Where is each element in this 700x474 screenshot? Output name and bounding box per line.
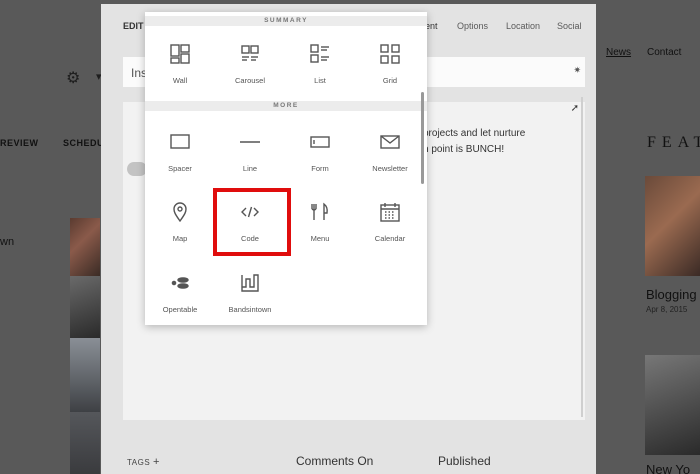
- block-label: Bandsintown: [228, 305, 272, 314]
- block-grid[interactable]: Grid: [355, 44, 425, 102]
- nav-contact[interactable]: Contact: [647, 47, 681, 58]
- line-icon: [240, 141, 260, 143]
- status-published[interactable]: Published: [438, 454, 491, 468]
- featured-heading: FEAT: [647, 134, 700, 151]
- blog-title[interactable]: Blogging: [646, 287, 697, 302]
- blog-title[interactable]: New Yo: [646, 462, 690, 474]
- list-icon: [310, 44, 329, 63]
- add-tag-icon[interactable]: +: [153, 456, 160, 468]
- block-menu[interactable]: Menu: [285, 202, 355, 260]
- block-map[interactable]: Map: [145, 202, 215, 260]
- carousel-icon: [241, 45, 259, 61]
- spacer-icon: [170, 134, 190, 149]
- block-opentable[interactable]: Opentable: [145, 273, 215, 331]
- gear-icon[interactable]: ⚙: [66, 68, 80, 88]
- blog-date: Apr 8, 2015: [646, 305, 688, 314]
- comments-toggle[interactable]: Comments On: [296, 454, 373, 468]
- tab-location[interactable]: Location: [506, 21, 540, 31]
- opentable-icon: [171, 277, 189, 289]
- block-label: Spacer: [168, 164, 192, 173]
- thumbnail-image: [70, 338, 100, 412]
- blog-image[interactable]: [645, 355, 700, 455]
- block-label: Grid: [382, 76, 398, 85]
- thumbnail-image: [70, 412, 100, 474]
- block-form[interactable]: Form: [285, 132, 355, 190]
- settings-icon[interactable]: ✷: [573, 65, 581, 76]
- highlight-box: [213, 188, 291, 256]
- body-text-line: projects and let nurture: [423, 128, 526, 139]
- menu-icon: [311, 202, 328, 220]
- bandsintown-icon: [241, 274, 259, 292]
- block-label: Wall: [172, 76, 188, 85]
- tab-social[interactable]: Social: [557, 21, 582, 31]
- thumbnail-image: [70, 276, 100, 338]
- block-newsletter[interactable]: Newsletter: [355, 132, 425, 190]
- tab-options[interactable]: Options: [457, 21, 488, 31]
- block-label: List: [314, 76, 326, 85]
- block-label: Opentable: [162, 305, 198, 314]
- block-label: Carousel: [234, 76, 265, 85]
- block-wall[interactable]: Wall: [145, 44, 215, 102]
- map-pin-icon: [173, 202, 187, 222]
- section-header-more: MORE: [145, 101, 427, 111]
- tags-label[interactable]: TAGS: [127, 458, 150, 467]
- block-picker: SUMMARY Wall Carousel List Grid MORE Spa…: [145, 12, 427, 325]
- calendar-icon: [380, 203, 400, 222]
- insert-point-icon[interactable]: [127, 162, 147, 176]
- block-spacer[interactable]: Spacer: [145, 132, 215, 190]
- block-label: Calendar: [374, 234, 406, 243]
- tab-edit[interactable]: EDIT: [123, 21, 144, 31]
- block-label: Line: [242, 164, 258, 173]
- block-label: Map: [172, 234, 188, 243]
- nav-news[interactable]: News: [606, 47, 631, 58]
- form-icon: [310, 136, 330, 148]
- picker-scrollbar[interactable]: [421, 92, 424, 184]
- body-text-line: n point is BUNCH!: [423, 144, 505, 155]
- block-list[interactable]: List: [285, 44, 355, 102]
- block-carousel[interactable]: Carousel: [215, 44, 285, 102]
- expand-icon[interactable]: ➚: [571, 103, 579, 114]
- left-text: wn: [0, 236, 15, 248]
- thumbnail-image: [70, 218, 100, 276]
- nav-review[interactable]: REVIEW: [0, 138, 39, 148]
- section-header-summary: SUMMARY: [145, 16, 427, 26]
- editor-footer: TAGS + Comments On Published: [123, 444, 585, 474]
- blog-image[interactable]: [645, 176, 700, 276]
- block-line[interactable]: Line: [215, 132, 285, 190]
- grid-icon: [380, 44, 400, 64]
- newsletter-icon: [380, 135, 400, 149]
- block-label: Menu: [310, 234, 330, 243]
- editor-scrollbar[interactable]: [581, 97, 583, 417]
- block-label: Newsletter: [372, 164, 408, 173]
- block-bandsintown[interactable]: Bandsintown: [215, 273, 285, 331]
- wall-icon: [170, 44, 190, 64]
- block-label: Form: [311, 164, 329, 173]
- block-calendar[interactable]: Calendar: [355, 202, 425, 260]
